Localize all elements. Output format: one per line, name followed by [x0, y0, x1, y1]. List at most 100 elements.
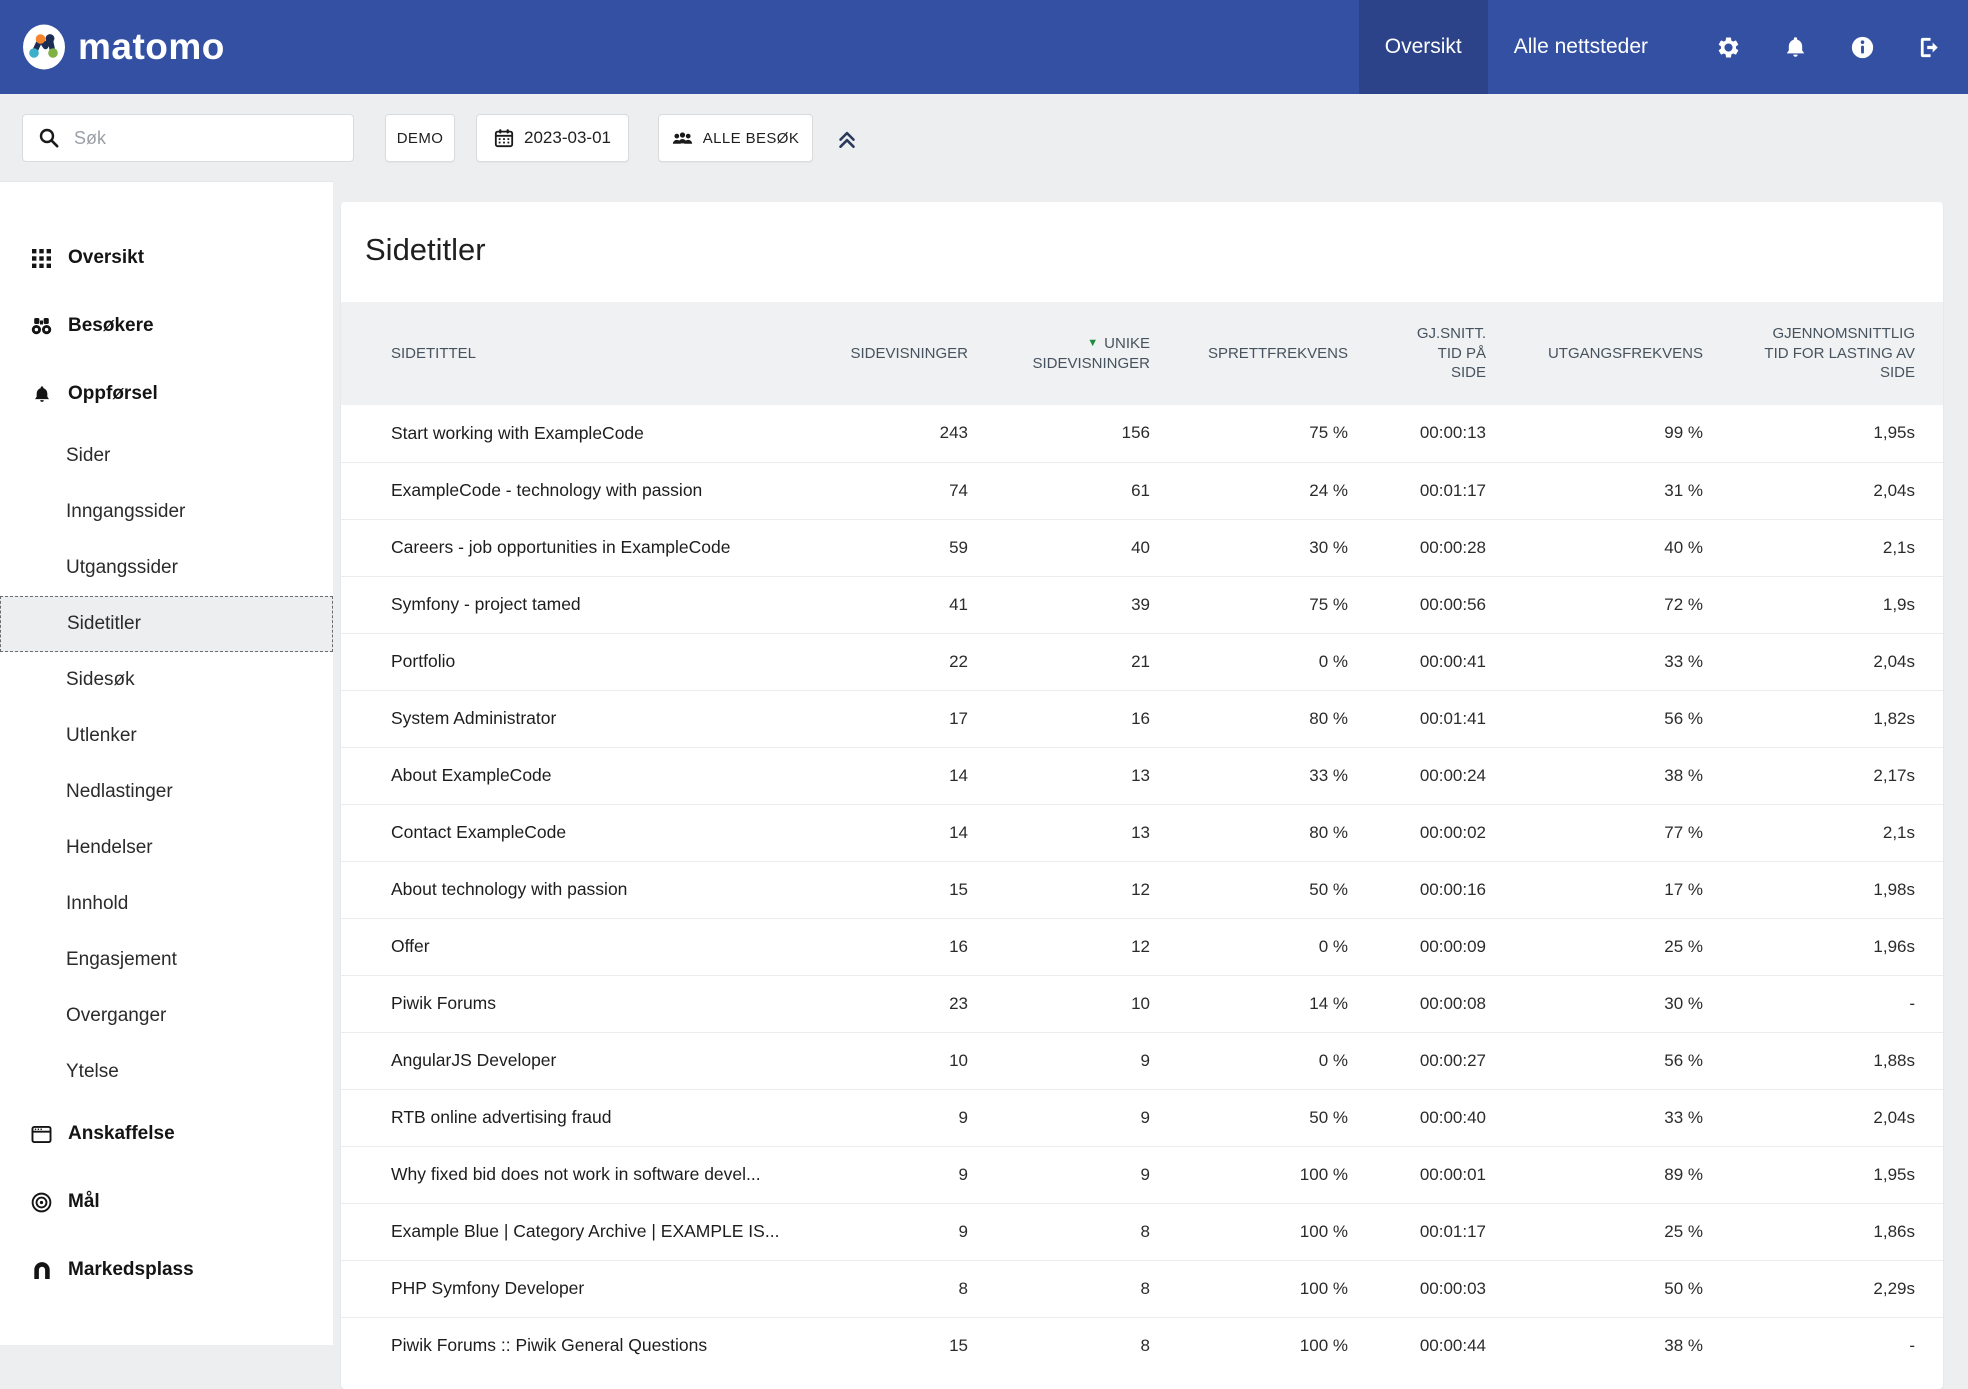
sidebar-item-sidetitler[interactable]: Sidetitler — [0, 596, 333, 652]
page-title-cell[interactable]: ExampleCode - technology with passion — [341, 462, 786, 519]
segment-selector-button[interactable]: ALLE BESØK — [658, 114, 813, 162]
sidebar-item-sider[interactable]: Sider — [0, 428, 333, 484]
notifications-bell-icon[interactable] — [1783, 35, 1808, 60]
column-header-gj-snitt-tid-på-side[interactable]: GJ.SNITT. TID PÅ SIDE — [1348, 302, 1486, 405]
sidebar-item-utgangssider[interactable]: Utgangssider — [0, 540, 333, 596]
page-title-cell[interactable]: Start working with ExampleCode — [341, 405, 786, 462]
brand-wordmark: matomo — [78, 26, 225, 68]
table-row[interactable]: Offer16120 %00:00:0925 %1,96s — [341, 918, 1943, 975]
metric-cell: 40 % — [1486, 519, 1703, 576]
sidebar-item-mål[interactable]: Mål — [0, 1168, 333, 1236]
metric-cell: 25 % — [1486, 1203, 1703, 1260]
page-title-cell[interactable]: Careers - job opportunities in ExampleCo… — [341, 519, 786, 576]
metric-cell: 23 — [786, 975, 968, 1032]
sidebar-item-anskaffelse[interactable]: Anskaffelse — [0, 1100, 333, 1168]
table-row[interactable]: Symfony - project tamed413975 %00:00:567… — [341, 576, 1943, 633]
metric-cell: 12 — [968, 861, 1150, 918]
column-header-unike-sidevisninger[interactable]: ▼UNIKE SIDEVISNINGER — [968, 302, 1150, 405]
sidebar-item-label: Engasjement — [66, 949, 177, 971]
page-title-cell[interactable]: Example Blue | Category Archive | EXAMPL… — [341, 1203, 786, 1260]
column-header-gjennomsnittlig-tid-for-lasting-av-side[interactable]: GJENNOMSNITTLIG TID FOR LASTING AV SIDE — [1703, 302, 1943, 405]
table-row[interactable]: About ExampleCode141333 %00:00:2438 %2,1… — [341, 747, 1943, 804]
metric-cell: 00:00:40 — [1348, 1089, 1486, 1146]
sidebar-item-overganger[interactable]: Overganger — [0, 988, 333, 1044]
metric-cell: 9 — [968, 1032, 1150, 1089]
sidebar-item-hendelser[interactable]: Hendelser — [0, 820, 333, 876]
column-header-sprettfrekvens[interactable]: SPRETTFREKVENS — [1150, 302, 1348, 405]
metric-cell: 0 % — [1150, 1032, 1348, 1089]
sidebar-item-inngangssider[interactable]: Inngangssider — [0, 484, 333, 540]
page-title-cell[interactable]: Contact ExampleCode — [341, 804, 786, 861]
table-row[interactable]: Piwik Forums :: Piwik General Questions1… — [341, 1317, 1943, 1374]
metric-cell: 1,82s — [1703, 690, 1943, 747]
search-input[interactable] — [72, 127, 342, 150]
page-title-cell[interactable]: Symfony - project tamed — [341, 576, 786, 633]
metric-cell: 24 % — [1150, 462, 1348, 519]
metric-cell: 9 — [786, 1146, 968, 1203]
metric-cell: 30 % — [1150, 519, 1348, 576]
page-title-cell[interactable]: Why fixed bid does not work in software … — [341, 1146, 786, 1203]
table-row[interactable]: Portfolio22210 %00:00:4133 %2,04s — [341, 633, 1943, 690]
page-title-cell[interactable]: Offer — [341, 918, 786, 975]
table-row[interactable]: RTB online advertising fraud9950 %00:00:… — [341, 1089, 1943, 1146]
nav-tab-alle-nettsteder[interactable]: Alle nettsteder — [1488, 0, 1674, 94]
column-header-sidetittel[interactable]: SIDETITTEL — [341, 302, 786, 405]
matomo-logo[interactable]: matomo — [22, 24, 225, 70]
column-header-sidevisninger[interactable]: SIDEVISNINGER — [786, 302, 968, 405]
page-title-cell[interactable]: System Administrator — [341, 690, 786, 747]
metric-cell: 41 — [786, 576, 968, 633]
page-title-cell[interactable]: Portfolio — [341, 633, 786, 690]
nav-tab-oversikt[interactable]: Oversikt — [1359, 0, 1488, 94]
table-row[interactable]: Careers - job opportunities in ExampleCo… — [341, 519, 1943, 576]
metric-cell: 8 — [968, 1260, 1150, 1317]
table-row[interactable]: ExampleCode - technology with passion746… — [341, 462, 1943, 519]
page-title-cell[interactable]: Piwik Forums :: Piwik General Questions — [341, 1317, 786, 1374]
sidebar-item-innhold[interactable]: Innhold — [0, 876, 333, 932]
sidebar-item-oppførsel[interactable]: Oppførsel — [0, 360, 333, 428]
site-selector-button[interactable]: DEMO — [385, 114, 455, 162]
table-row[interactable]: System Administrator171680 %00:01:4156 %… — [341, 690, 1943, 747]
page-title-cell[interactable]: AngularJS Developer — [341, 1032, 786, 1089]
date-range-button[interactable]: 2023-03-01 — [476, 114, 629, 162]
grid-icon — [30, 249, 53, 268]
page-title-cell[interactable]: Piwik Forums — [341, 975, 786, 1032]
sidebar-item-besøkere[interactable]: Besøkere — [0, 292, 333, 360]
sidebar-item-ytelse[interactable]: Ytelse — [0, 1044, 333, 1100]
table-row[interactable]: AngularJS Developer1090 %00:00:2756 %1,8… — [341, 1032, 1943, 1089]
metric-cell: 22 — [786, 633, 968, 690]
sidebar-item-nedlastinger[interactable]: Nedlastinger — [0, 764, 333, 820]
table-row[interactable]: PHP Symfony Developer88100 %00:00:0350 %… — [341, 1260, 1943, 1317]
metric-cell: 00:00:16 — [1348, 861, 1486, 918]
table-row[interactable]: About technology with passion151250 %00:… — [341, 861, 1943, 918]
bell-icon — [30, 384, 53, 405]
page-title-cell[interactable]: About technology with passion — [341, 861, 786, 918]
collapse-chevrons-icon[interactable] — [834, 125, 860, 151]
column-header-utgangsfrekvens[interactable]: UTGANGSFREKVENS — [1486, 302, 1703, 405]
metric-cell: 9 — [968, 1089, 1150, 1146]
table-row[interactable]: Why fixed bid does not work in software … — [341, 1146, 1943, 1203]
table-row[interactable]: Piwik Forums231014 %00:00:0830 %- — [341, 975, 1943, 1032]
page-title-cell[interactable]: PHP Symfony Developer — [341, 1260, 786, 1317]
metric-cell: 38 % — [1486, 1317, 1703, 1374]
signout-icon[interactable] — [1917, 35, 1942, 60]
sidebar-item-utlenker[interactable]: Utlenker — [0, 708, 333, 764]
table-row[interactable]: Start working with ExampleCode24315675 %… — [341, 405, 1943, 462]
sidebar-item-oversikt[interactable]: Oversikt — [0, 224, 333, 292]
sidebar-item-label: Nedlastinger — [66, 781, 173, 803]
date-range-label: 2023-03-01 — [524, 128, 611, 148]
metric-cell: 56 % — [1486, 690, 1703, 747]
table-row[interactable]: Example Blue | Category Archive | EXAMPL… — [341, 1203, 1943, 1260]
filter-bar: DEMO 2023-03-01 ALLE BESØK — [0, 114, 1968, 162]
sidebar-item-markedsplass[interactable]: Markedsplass — [0, 1236, 333, 1304]
sidebar-item-engasjement[interactable]: Engasjement — [0, 932, 333, 988]
page-title-cell[interactable]: About ExampleCode — [341, 747, 786, 804]
metric-cell: - — [1703, 975, 1943, 1032]
metric-cell: 75 % — [1150, 576, 1348, 633]
table-row[interactable]: Contact ExampleCode141380 %00:00:0277 %2… — [341, 804, 1943, 861]
sidebar-item-sidesøk[interactable]: Sidesøk — [0, 652, 333, 708]
page-title-cell[interactable]: RTB online advertising fraud — [341, 1089, 786, 1146]
settings-gear-icon[interactable] — [1716, 35, 1741, 60]
sidebar-item-label: Sider — [66, 445, 110, 467]
info-icon[interactable] — [1850, 35, 1875, 60]
metric-cell: 100 % — [1150, 1203, 1348, 1260]
